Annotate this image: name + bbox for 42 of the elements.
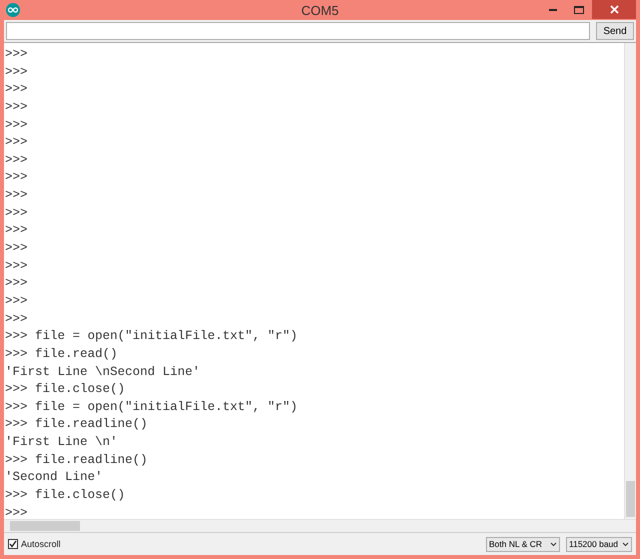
- output-line: >>>: [5, 204, 29, 222]
- output-line: >>>: [5, 275, 29, 292]
- send-button[interactable]: Send: [596, 22, 634, 40]
- output-line: >>>: [5, 134, 29, 152]
- output-line: >>> file.close(): [5, 381, 126, 398]
- output-line: >>>: [5, 310, 29, 328]
- output-line: >>> file.readline(): [5, 416, 149, 434]
- output-line: >>> file.read(): [5, 346, 119, 363]
- output-line: >>>: [5, 504, 29, 519]
- horizontal-scrollbar[interactable]: [4, 519, 636, 532]
- app-logo-icon: [6, 3, 20, 17]
- output-line: >>>: [5, 222, 29, 240]
- output-line: >>>: [5, 187, 29, 204]
- vertical-scrollbar[interactable]: [624, 43, 636, 519]
- maximize-icon: [574, 6, 584, 14]
- close-icon: [610, 5, 618, 14]
- output-line: >>> file.readline(): [5, 452, 149, 469]
- output-line: >>> file = open("initialFile.txt", "r"): [5, 328, 299, 346]
- output-line: 'First Line \n': [5, 434, 119, 452]
- minimize-icon: [549, 8, 557, 10]
- output-line: >>>: [5, 169, 29, 186]
- output-line: >>>: [5, 46, 29, 63]
- output-line: >>>: [5, 258, 29, 275]
- output-line: >>>: [5, 116, 29, 134]
- output-line: 'First Line \nSecond Line': [5, 364, 202, 381]
- window-title: COM5: [301, 2, 339, 18]
- caret-icon: [622, 542, 629, 546]
- output-line: >>>: [5, 152, 29, 169]
- output-line: >>> file.close(): [5, 487, 126, 504]
- output-line: >>> file = open("initialFile.txt", "r"): [5, 398, 299, 416]
- baud-rate-dropdown[interactable]: 115200 baud: [566, 536, 632, 552]
- output-line: >>>: [5, 98, 29, 116]
- output-line: >>>: [5, 64, 29, 81]
- output-line: >>>: [5, 292, 29, 310]
- close-button[interactable]: [592, 0, 636, 19]
- caret-icon: [550, 542, 557, 546]
- input-field[interactable]: [6, 22, 590, 40]
- output-line: >>>: [5, 81, 29, 98]
- autoscroll-checkbox[interactable]: Autoscroll: [8, 539, 61, 549]
- output-line: >>>: [5, 240, 29, 258]
- line-ending-dropdown[interactable]: Both NL & CR: [486, 536, 560, 552]
- output-line: 'Second Line': [5, 469, 104, 486]
